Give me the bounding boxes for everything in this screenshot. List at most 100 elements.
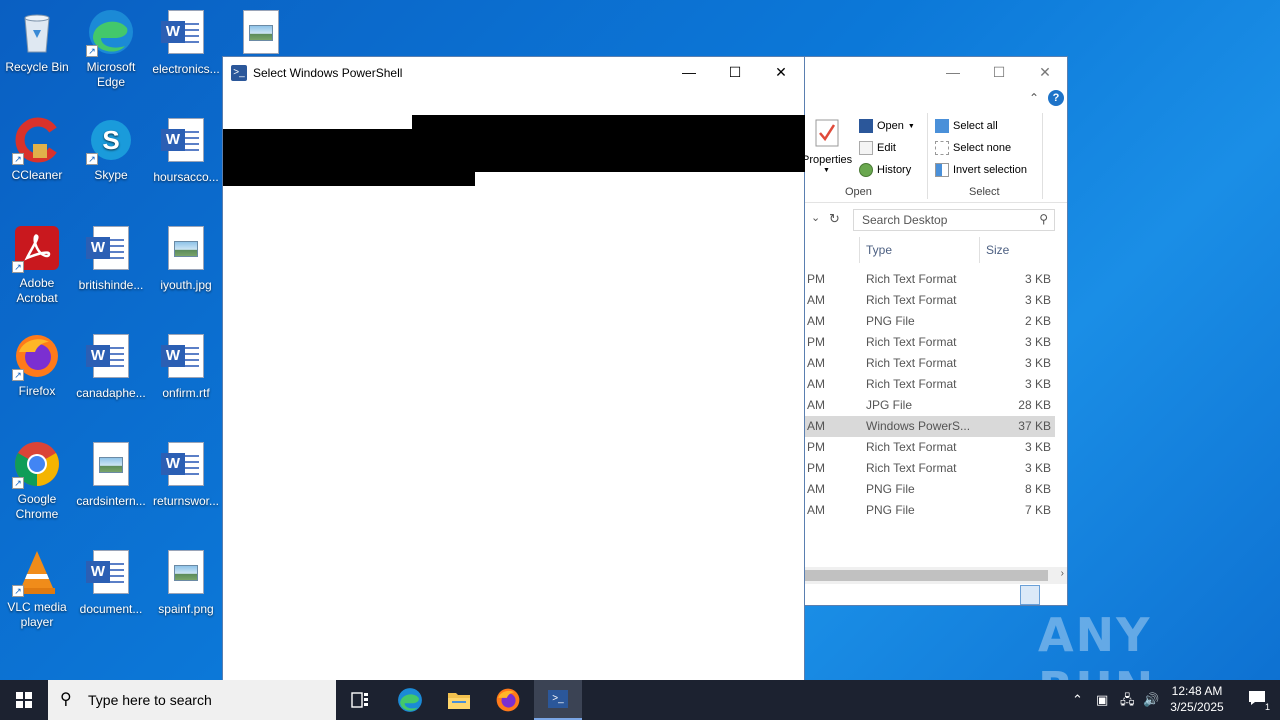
large-icons-view-icon[interactable] xyxy=(1043,585,1063,605)
table-row[interactable]: AM Rich Text Format 3 KB xyxy=(805,353,1055,374)
table-row[interactable]: AM Rich Text Format 3 KB xyxy=(805,374,1055,395)
column-header-size[interactable]: Size xyxy=(986,243,1009,257)
dropdown-arrow-icon: ▼ xyxy=(823,167,830,174)
show-hidden-icons-icon[interactable]: ⌃ xyxy=(1072,680,1083,720)
select-none-label: Select none xyxy=(953,142,1012,154)
windows-logo-icon xyxy=(16,692,32,708)
explorer-minimize-button[interactable]: — xyxy=(930,57,976,87)
taskbar-firefox[interactable] xyxy=(484,680,532,720)
taskbar-powershell[interactable]: >_ xyxy=(534,680,582,720)
help-icon[interactable]: ? xyxy=(1048,90,1064,106)
notification-center-button[interactable]: 1 xyxy=(1248,690,1272,712)
cell-size: 3 KB xyxy=(1024,272,1051,286)
image-file-icon xyxy=(87,442,135,490)
chevron-down-icon[interactable]: ⌄ xyxy=(811,211,820,224)
open-button[interactable]: Open ▼ xyxy=(859,119,915,133)
table-row[interactable]: PM Rich Text Format 3 KB xyxy=(805,458,1055,479)
open-label: Open xyxy=(877,120,904,132)
horizontal-scrollbar[interactable]: › xyxy=(805,567,1067,584)
desktop-icon-hoursacco[interactable]: W hoursacco... xyxy=(149,116,223,185)
desktop-icon-ccleaner[interactable]: ↗ CCleaner xyxy=(0,116,74,183)
desktop-icon-google-chrome[interactable]: ↗ Google Chrome xyxy=(0,440,74,522)
icon-label: Google Chrome xyxy=(15,492,59,521)
scrollbar-thumb[interactable] xyxy=(805,570,1048,581)
cell-size: 3 KB xyxy=(1024,461,1051,475)
refresh-icon[interactable]: ↻ xyxy=(829,211,840,227)
select-none-button[interactable]: Select none xyxy=(935,141,1011,155)
desktop-icon-onfirm[interactable]: W onfirm.rtf xyxy=(149,332,223,401)
scroll-right-icon[interactable]: › xyxy=(1061,568,1064,579)
explorer-title-bar[interactable]: — ☐ ✕ xyxy=(805,57,1067,87)
history-label: History xyxy=(877,164,912,176)
table-row[interactable]: PM Rich Text Format 3 KB xyxy=(805,437,1055,458)
acrobat-icon: ↗ xyxy=(12,224,61,273)
file-explorer-window[interactable]: — ☐ ✕ ⌃ ? Properties ▼ Open ▼ Edit Histo… xyxy=(802,56,1068,606)
cell-size: 3 KB xyxy=(1024,335,1051,349)
table-row[interactable]: PM Rich Text Format 3 KB xyxy=(805,269,1055,290)
table-row[interactable]: AM PNG File 7 KB xyxy=(805,500,1055,521)
table-row[interactable]: PM Rich Text Format 3 KB xyxy=(805,332,1055,353)
desktop-icon-returnswor[interactable]: W returnswor... xyxy=(149,440,223,509)
properties-button[interactable]: Properties ▼ xyxy=(802,117,853,177)
desktop-icon-cardsintern[interactable]: cardsintern... xyxy=(74,440,148,509)
taskbar-file-explorer[interactable] xyxy=(435,680,483,720)
collapse-ribbon-icon[interactable]: ⌃ xyxy=(1029,91,1039,105)
explorer-maximize-button[interactable]: ☐ xyxy=(976,57,1022,87)
network-icon[interactable]: 🖧 xyxy=(1120,680,1135,720)
icon-label: Microsoft Edge xyxy=(86,60,136,89)
desktop-icon-adobe-acrobat[interactable]: ↗ Adobe Acrobat xyxy=(0,224,74,306)
search-icon: ⚲ xyxy=(60,691,72,708)
column-header-type[interactable]: Type xyxy=(866,243,892,257)
taskbar-search-box[interactable]: ⚲ Type here to search xyxy=(48,680,336,720)
start-button[interactable] xyxy=(0,680,48,720)
close-button[interactable]: ✕ xyxy=(758,57,804,88)
desktop-icon-firefox[interactable]: ↗ Firefox xyxy=(0,332,74,399)
powershell-window[interactable]: >_ Select Windows PowerShell — ☐ ✕ xyxy=(222,56,805,681)
powershell-title-bar[interactable]: >_ Select Windows PowerShell — ☐ ✕ xyxy=(223,57,804,88)
table-row[interactable]: AM Windows PowerS... 37 KB xyxy=(805,416,1055,437)
desktop-icon-electronics[interactable]: W electronics... xyxy=(149,8,223,77)
desktop-icon-recycle-bin[interactable]: Recycle Bin xyxy=(0,8,74,75)
cell-size: 37 KB xyxy=(1018,419,1051,433)
task-view-button[interactable] xyxy=(336,680,384,720)
icon-label: britishinde... xyxy=(78,278,144,292)
minimize-button[interactable]: — xyxy=(666,57,712,88)
folder-icon xyxy=(448,693,470,709)
volume-icon[interactable]: 🔊 xyxy=(1143,680,1159,720)
invert-selection-button[interactable]: Invert selection xyxy=(935,163,1027,177)
open-icon xyxy=(859,119,873,133)
desktop-icon-microsoft-edge[interactable]: ↗ Microsoft Edge xyxy=(74,8,148,90)
desktop-icon-canadaphe[interactable]: W canadaphe... xyxy=(74,332,148,401)
select-none-icon xyxy=(935,141,949,155)
search-input[interactable]: Search Desktop ⚲ xyxy=(853,209,1055,231)
cell-type: Rich Text Format xyxy=(866,377,957,391)
taskbar-edge[interactable] xyxy=(386,680,434,720)
cell-type: Rich Text Format xyxy=(866,272,957,286)
desktop-icon-image-file[interactable] xyxy=(224,8,298,62)
desktop-icon-document[interactable]: W document... xyxy=(74,548,148,617)
cell-date-modified: PM xyxy=(807,461,825,475)
console-output-block xyxy=(223,129,805,172)
table-row[interactable]: AM JPG File 28 KB xyxy=(805,395,1055,416)
table-row[interactable]: AM PNG File 2 KB xyxy=(805,311,1055,332)
cell-date-modified: AM xyxy=(807,419,825,433)
desktop-icon-spainf[interactable]: spainf.png xyxy=(149,548,223,617)
table-row[interactable]: AM PNG File 8 KB xyxy=(805,479,1055,500)
details-view-icon[interactable] xyxy=(1020,585,1040,605)
system-clock[interactable]: 12:48 AM 3/25/2025 xyxy=(1162,683,1232,715)
console-output-block xyxy=(223,171,475,186)
desktop-icon-iyouth[interactable]: iyouth.jpg xyxy=(149,224,223,293)
select-all-button[interactable]: Select all xyxy=(935,119,998,133)
maximize-button[interactable]: ☐ xyxy=(712,57,758,88)
history-button[interactable]: History xyxy=(859,163,911,177)
desktop-icon-vlc[interactable]: ↗ VLC media player xyxy=(0,548,74,630)
cell-type: PNG File xyxy=(866,482,915,496)
select-all-label: Select all xyxy=(953,120,998,132)
desktop-icon-skype[interactable]: S ↗ Skype xyxy=(74,116,148,183)
desktop-icon-britishinde[interactable]: W britishinde... xyxy=(74,224,148,293)
explorer-close-button[interactable]: ✕ xyxy=(1022,57,1068,87)
edit-button[interactable]: Edit xyxy=(859,141,896,155)
table-row[interactable]: AM Rich Text Format 3 KB xyxy=(805,290,1055,311)
meet-now-icon[interactable]: ▣ xyxy=(1096,680,1108,720)
icon-label: document... xyxy=(79,602,143,616)
